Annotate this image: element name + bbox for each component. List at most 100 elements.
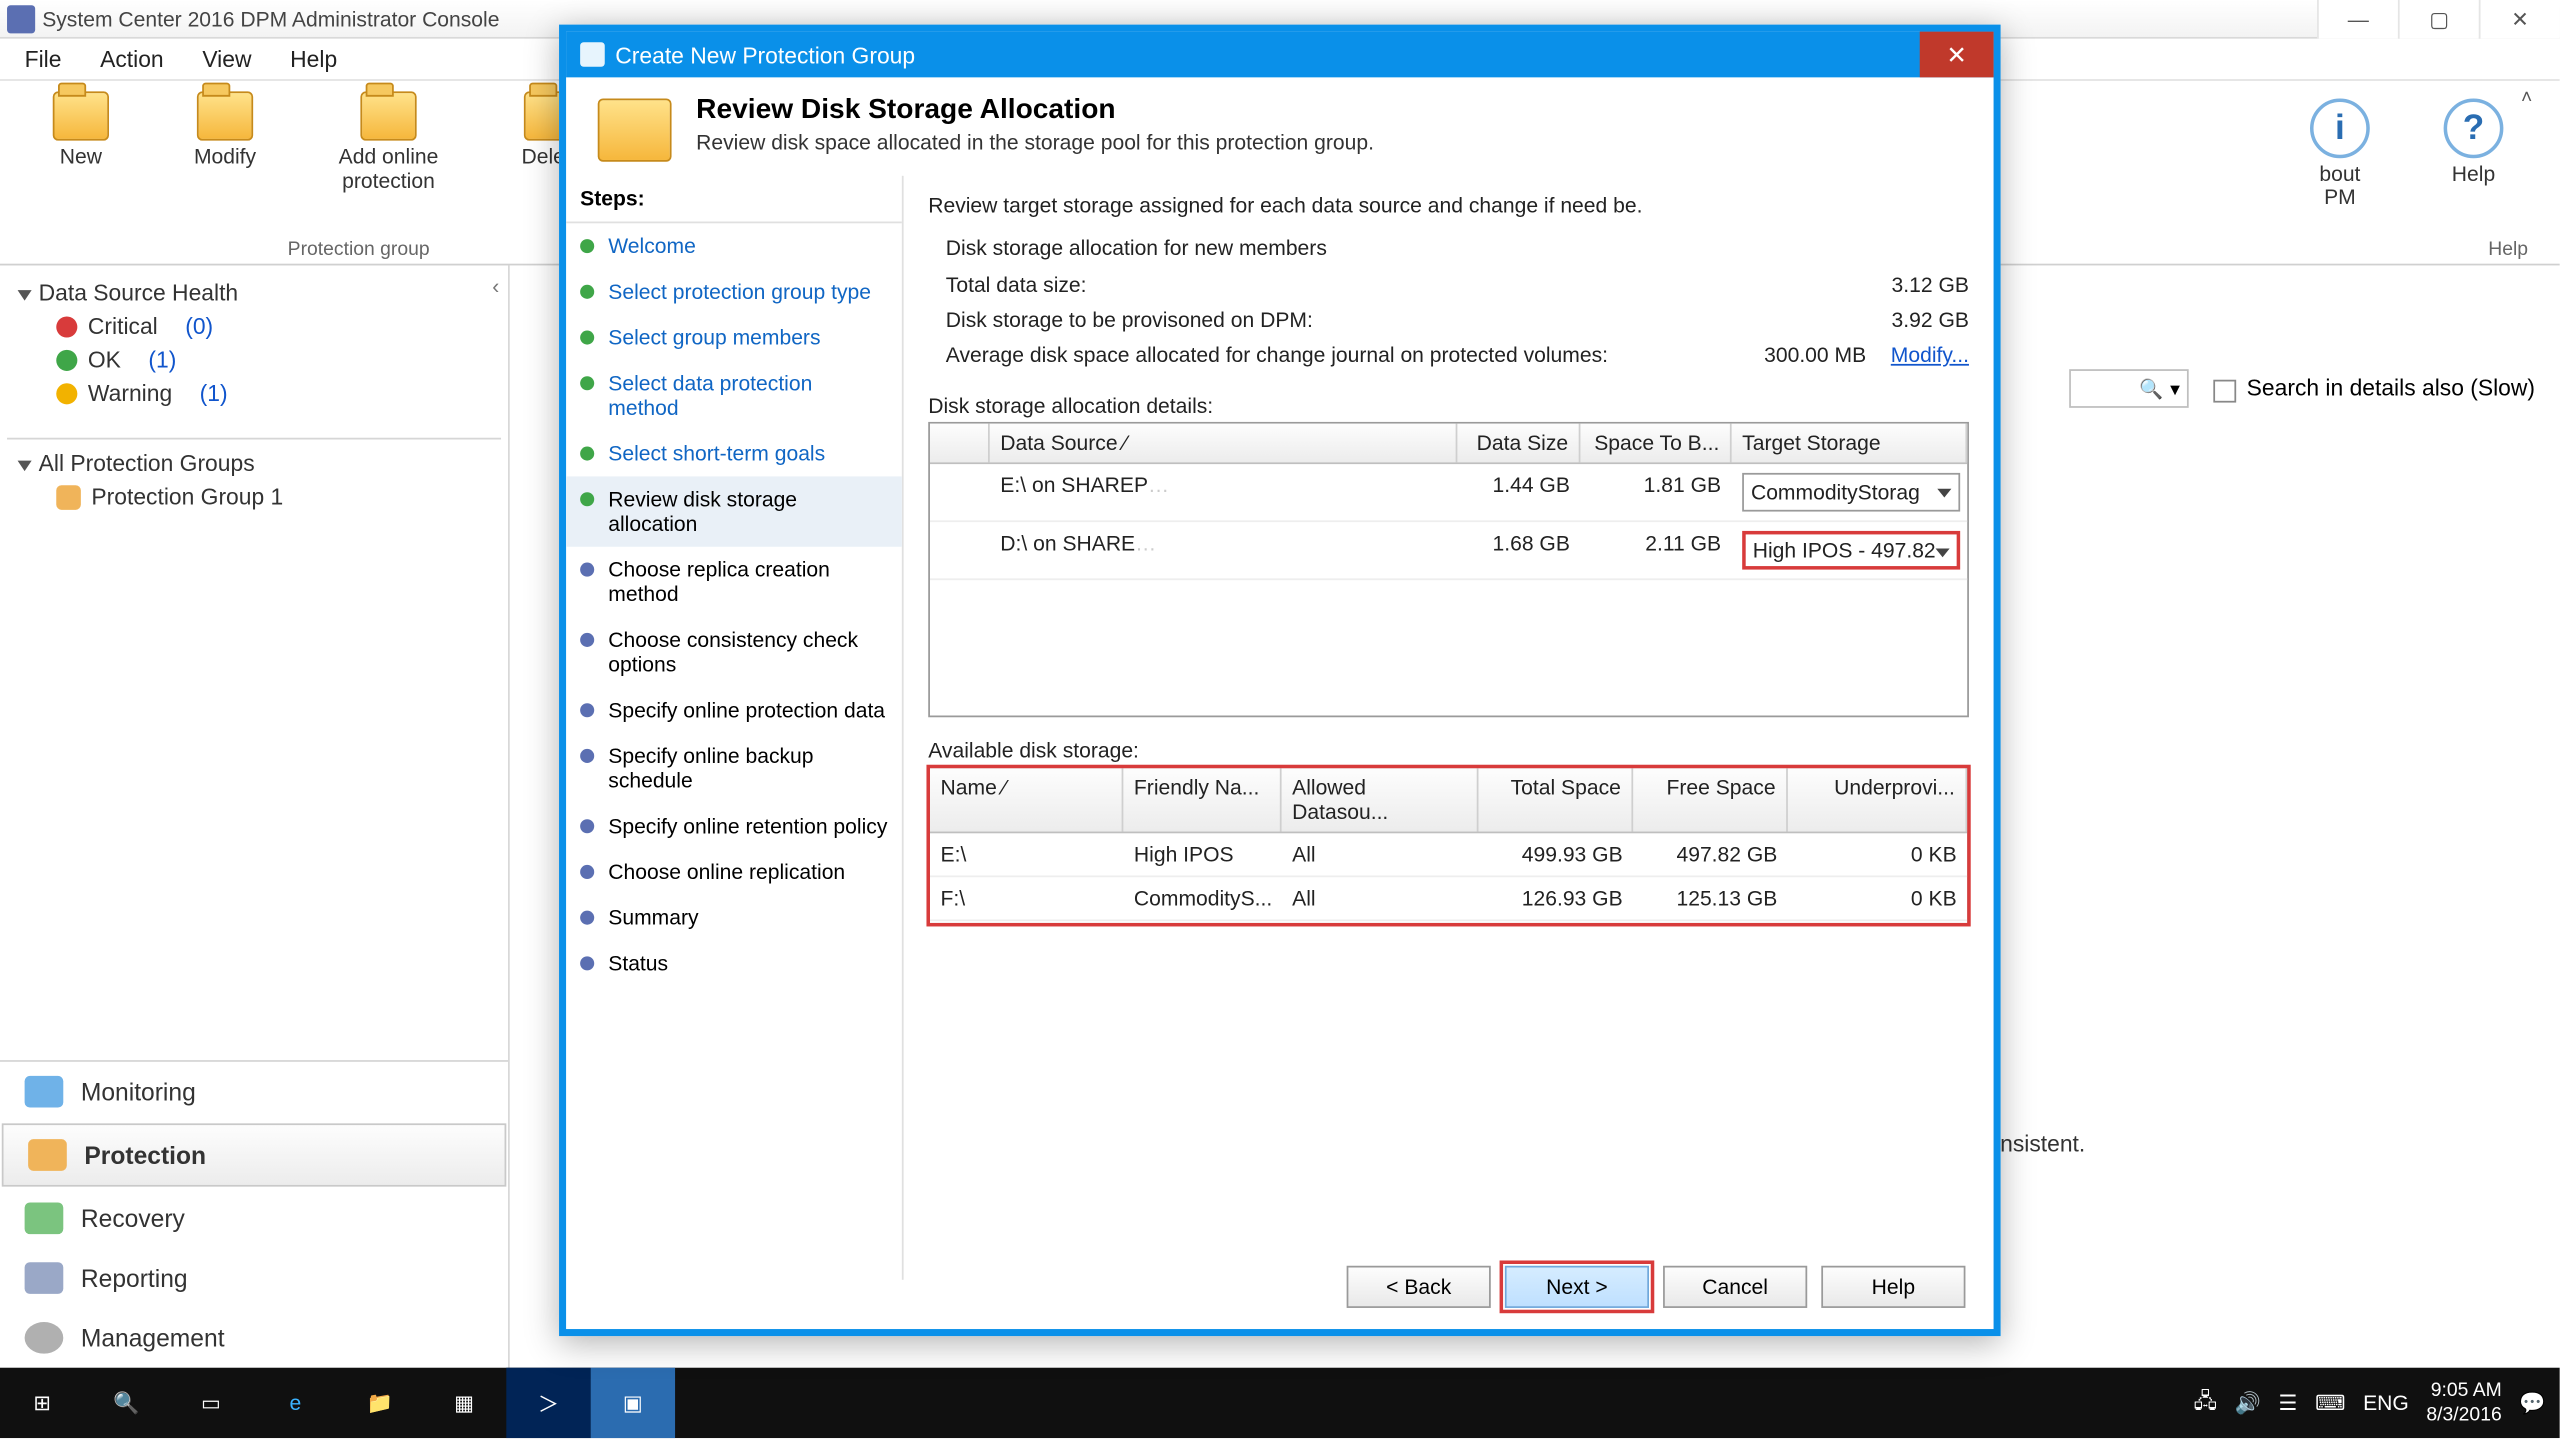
ribbon-new-button[interactable]: New [25,91,138,193]
nav-monitoring[interactable]: Monitoring [0,1062,508,1122]
col-total-space[interactable]: Total Space [1478,768,1633,831]
sidebar-groups-header[interactable]: All Protection Groups [7,447,501,480]
target-storage-select[interactable]: CommodityStorag [1742,473,1960,512]
wizard-step-0[interactable]: Welcome [566,223,902,269]
protection-icon [28,1139,67,1171]
window-maximize-button[interactable]: ▢ [2398,0,2479,39]
ribbon-help-button[interactable]: ? Help [2430,98,2518,186]
help-icon: ? [2444,98,2504,158]
modify-link[interactable]: Modify... [1891,343,1969,368]
cell-data-source: D:\ on SHARE… [990,522,1458,578]
col-target-storage[interactable]: Target Storage [1732,424,1968,463]
available-storage-row[interactable]: F:\CommodityS...All126.93 GB125.13 GB0 K… [930,877,1967,921]
step-label: Select data protection method [608,371,888,420]
dialog-close-button[interactable]: ✕ [1920,32,1994,78]
wizard-step-1[interactable]: Select protection group type [566,269,902,315]
taskbar-server-manager[interactable]: ▦ [422,1368,506,1438]
start-button[interactable]: ⊞ [0,1368,84,1438]
wizard-step-8: Specify online protection data [566,687,902,733]
wizard-steps-title: Steps: [566,176,902,223]
step-bullet-icon [580,865,594,879]
wizard-step-10: Specify online retention policy [566,803,902,849]
left-sidebar: Data Source Health Critical (0) OK (1) W… [0,265,510,1367]
cell: 0 KB [1788,833,1967,875]
taskbar-search[interactable]: 🔍 [84,1368,168,1438]
sidebar-health-header[interactable]: Data Source Health [7,276,501,309]
help-button[interactable]: Help [1821,1266,1965,1308]
nav-protection[interactable]: Protection [2,1123,507,1186]
taskbar-powershell[interactable]: ＞ [506,1368,590,1438]
wizard-step-4[interactable]: Select short-term goals [566,431,902,477]
tray-network-icon[interactable]: 🖧 [2194,1384,2218,1421]
dialog-titlebar[interactable]: Create New Protection Group ✕ [566,32,1993,78]
search-dropdown[interactable]: 🔍▾ [2069,369,2189,408]
cell: All [1282,833,1479,875]
cell-data-size: 1.68 GB [1457,522,1580,578]
menu-view[interactable]: View [202,46,251,72]
dialog-icon [580,42,605,67]
allocation-row[interactable]: D:\ on SHARE…1.68 GB2.11 GBHigh IPOS - 4… [930,522,1967,580]
step-bullet-icon [580,331,594,345]
col-underprovisioned[interactable]: Underprovi... [1788,768,1967,831]
target-storage-select[interactable]: High IPOS - 497.82 [1742,531,1960,570]
sidebar-health-warning[interactable]: Warning (1) [7,376,501,409]
back-button[interactable]: < Back [1347,1266,1491,1308]
col-free-space[interactable]: Free Space [1633,768,1788,831]
recovery-icon [25,1202,64,1234]
dialog-heading: Review Disk Storage Allocation [696,95,1374,127]
menu-action[interactable]: Action [100,46,164,72]
taskbar-explorer[interactable]: 📁 [338,1368,422,1438]
nav-recovery[interactable]: Recovery [0,1188,508,1248]
menu-help[interactable]: Help [290,46,337,72]
ribbon-modify-button[interactable]: Modify [169,91,282,193]
sidebar-health-ok[interactable]: OK (1) [7,343,501,376]
cell: E:\ [930,833,1123,875]
taskbar-dpm-console[interactable]: ▣ [591,1368,675,1438]
cell: High IPOS [1123,833,1281,875]
allocation-row[interactable]: E:\ on SHAREP…1.44 GB1.81 GBCommoditySto… [930,464,1967,522]
step-label: Select group members [608,325,820,350]
step-bullet-icon [580,285,594,299]
step-bullet-icon [580,703,594,717]
sidebar-collapse-handle[interactable]: ‹ [492,274,513,302]
search-details-checkbox[interactable]: Search in details also (Slow) [2213,375,2535,401]
wizard-step-2[interactable]: Select group members [566,315,902,361]
tray-language[interactable]: ENG [2363,1391,2409,1416]
col-space[interactable]: Space To B... [1580,424,1731,463]
ribbon-about-button[interactable]: i bout PM [2296,98,2384,209]
task-view-button[interactable]: ▭ [169,1368,253,1438]
reporting-icon [25,1262,64,1294]
wizard-step-13: Status [566,941,902,987]
menu-file[interactable]: File [25,46,62,72]
wizard-step-11: Choose online replication [566,849,902,895]
col-allowed-datasource[interactable]: Allowed Datasou... [1282,768,1479,831]
info-icon: i [2310,98,2370,158]
taskbar-ie[interactable]: e [253,1368,337,1438]
window-minimize-button[interactable]: — [2317,0,2398,39]
cancel-button[interactable]: Cancel [1663,1266,1807,1308]
col-friendly-name[interactable]: Friendly Na... [1123,768,1281,831]
tray-notifications-icon[interactable]: 💬 [2519,1391,2545,1416]
col-data-size[interactable]: Data Size [1457,424,1580,463]
ribbon-collapse-button[interactable]: ˄ [2521,88,2549,116]
window-close-button[interactable]: ✕ [2479,0,2560,39]
tray-clock[interactable]: 9:05 AM 8/3/2016 [2426,1378,2501,1427]
col-data-source[interactable]: Data Source ⁄ [990,424,1458,463]
available-storage-row[interactable]: E:\High IPOSAll499.93 GB497.82 GB0 KB [930,833,1967,877]
sidebar-health-critical[interactable]: Critical (0) [7,309,501,342]
critical-icon [56,316,77,337]
tray-keyboard-icon[interactable]: ⌨ [2315,1391,2345,1416]
cell: F:\ [930,877,1123,919]
ok-icon [56,349,77,370]
wizard-step-3[interactable]: Select data protection method [566,360,902,430]
nav-reporting[interactable]: Reporting [0,1248,508,1308]
tray-volume-icon[interactable]: 🔊 [2235,1391,2261,1416]
nav-management[interactable]: Management [0,1308,508,1368]
cell: CommodityS... [1123,877,1281,919]
sidebar-protection-group-1[interactable]: Protection Group 1 [7,480,501,513]
step-bullet-icon [580,956,594,970]
tray-security-icon[interactable]: ☰ [2279,1391,2298,1416]
col-name[interactable]: Name ⁄ [930,768,1123,831]
next-button[interactable]: Next > [1505,1266,1649,1308]
ribbon-add-online-protection-button[interactable]: Add online protection [313,91,464,193]
